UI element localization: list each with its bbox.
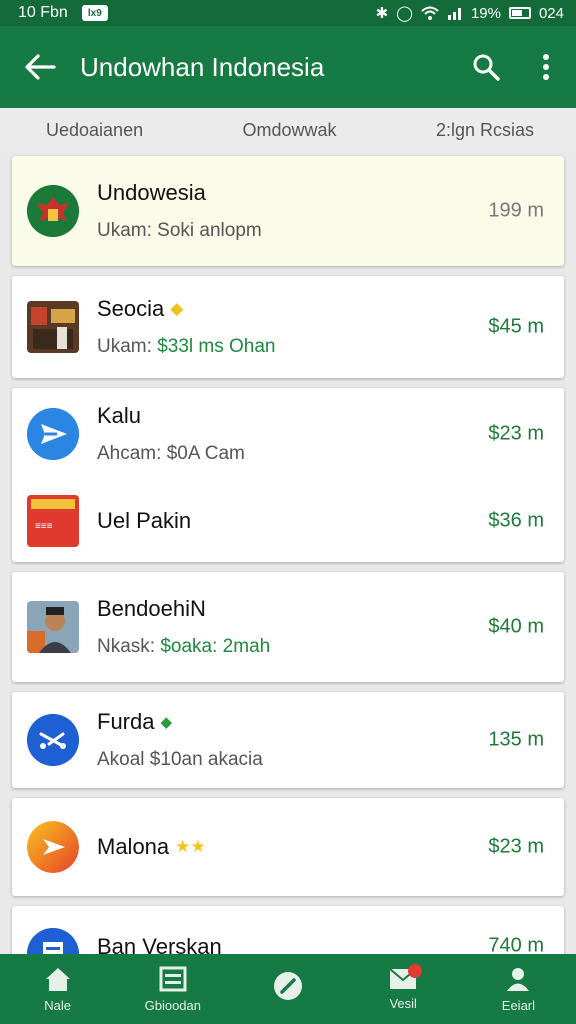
item-amount: $40 m (488, 615, 544, 638)
list-card[interactable]: Undowesia Ukam: Soki anlopm 199 m (12, 156, 564, 266)
search-button[interactable] (456, 26, 516, 108)
item-amount: 135 m (488, 728, 544, 751)
bluetooth-icon: ✱ (375, 5, 389, 22)
star-icon: ◆ (170, 299, 184, 318)
list-card[interactable]: Seocia ◆ Ukam: $33l ms Ohan $45 m (12, 276, 564, 378)
star-icon: ★★ (175, 837, 206, 856)
battery-percent: 19% (470, 4, 501, 22)
list-item[interactable]: Furda ◆ Akoal $10an akacia 135 m (12, 692, 564, 788)
person-icon (507, 967, 530, 991)
item-subtitle: Ukam: Soki anlopm (97, 220, 262, 241)
item-subtitle: Ahcam: $0A Cam (97, 443, 245, 464)
garuda-emblem-icon (27, 185, 79, 237)
back-button[interactable] (0, 26, 80, 108)
arrow-left-icon (25, 54, 56, 80)
item-title: Malona (97, 834, 170, 859)
transfer-icon (27, 714, 79, 766)
play-logo-icon (27, 821, 79, 873)
item-title: Seocia (97, 296, 165, 321)
item-subtitle: Akoal $10an akacia (97, 749, 263, 770)
list-item[interactable]: ≡≡≡ Uel Pakin $36 m (12, 480, 564, 562)
nav-label: Gbioodan (144, 997, 201, 1013)
item-amount: $36 m (488, 509, 544, 532)
list-item[interactable]: Undowesia Ukam: Soki anlopm 199 m (12, 156, 564, 266)
store-photo-icon (27, 301, 79, 353)
notification-app-icon: lx9 (81, 5, 108, 21)
list-icon (159, 966, 187, 991)
nav-home[interactable]: Nale (0, 954, 115, 1024)
item-subtitle-prefix: Nkask: (97, 636, 161, 657)
nav-explore[interactable] (230, 954, 345, 1024)
item-title: Furda (97, 709, 155, 734)
status-bar: 10 Fbn lx9 ✱ ◯ 19% 024 (0, 0, 576, 26)
account-list: Undowesia Ukam: Soki anlopm 199 m Seocia… (12, 156, 564, 1012)
nav-label: Eeiarl (501, 997, 536, 1013)
overflow-menu-button[interactable] (516, 26, 576, 108)
notification-badge (407, 964, 422, 978)
home-icon (45, 967, 70, 991)
list-item[interactable]: BendoehiN Nkask: $oaka: 2mah $40 m (12, 572, 564, 682)
item-subtitle-prefix: Ukam: (97, 336, 158, 357)
status-clock-right: 024 (538, 4, 564, 22)
list-card[interactable]: Kalu Ahcam: $0A Cam $23 m ≡≡≡ Uel Pakin … (12, 388, 564, 562)
item-subtitle-value: $oaka: 2mah (160, 636, 271, 657)
item-amount: $23 m (488, 835, 544, 858)
item-amount: $45 m (488, 315, 544, 338)
list-item[interactable]: Kalu Ahcam: $0A Cam $23 m (12, 388, 564, 480)
tab-bar: Uedoaianen Omdowwak 2:lgn Rcsias (0, 108, 576, 152)
compass-icon (274, 972, 302, 1000)
status-time: 10 Fbn (18, 4, 68, 21)
list-card[interactable]: BendoehiN Nkask: $oaka: 2mah $40 m (12, 572, 564, 682)
tab-2[interactable]: Omdowwak (243, 120, 337, 141)
tab-3[interactable]: 2:lgn Rcsias (436, 120, 534, 141)
nav-profile[interactable]: Eeiarl (461, 954, 576, 1024)
item-amount: $23 m (488, 422, 544, 445)
list-card[interactable]: Furda ◆ Akoal $10an akacia 135 m (12, 692, 564, 788)
nav-list[interactable]: Gbioodan (115, 954, 230, 1024)
battery-icon (508, 7, 531, 19)
svg-text:≡≡≡: ≡≡≡ (35, 521, 53, 532)
more-vert-icon (543, 54, 549, 80)
item-subtitle-value: $33l ms Ohan (157, 336, 276, 357)
nav-label: Vesil (389, 995, 417, 1011)
list-card[interactable]: Malona ★★ $23 m (12, 798, 564, 896)
app-bar: Undowhan Indonesia (0, 26, 576, 108)
page-title: Undowhan Indonesia (80, 51, 325, 82)
tab-1[interactable]: Uedoaianen (46, 120, 143, 141)
list-item[interactable]: Malona ★★ $23 m (12, 798, 564, 896)
list-item[interactable]: Seocia ◆ Ukam: $33l ms Ohan $45 m (12, 276, 564, 378)
shop-logo-icon: ≡≡≡ (27, 495, 79, 547)
search-icon (473, 54, 500, 81)
wifi-icon (421, 6, 439, 20)
alarm-icon: ◯ (396, 5, 413, 22)
nav-label: Nale (44, 997, 71, 1013)
leaf-icon: ◆ (160, 714, 173, 731)
signal-icon (447, 8, 461, 20)
item-amount: 199 m (488, 199, 544, 222)
send-icon (27, 408, 79, 460)
bottom-nav: Nale Gbioodan Vesil Eeiarl (0, 954, 576, 1024)
nav-mail[interactable]: Vesil (346, 954, 461, 1024)
person-photo-icon (27, 601, 79, 653)
